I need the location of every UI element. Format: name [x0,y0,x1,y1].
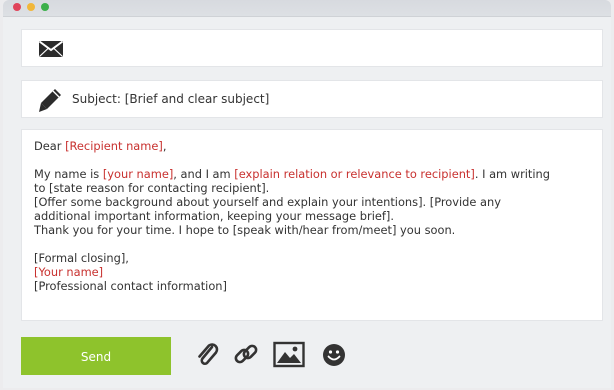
thanks-line: Thank you for your time. I hope to [spea… [34,223,456,237]
message-body[interactable]: Dear [Recipient name], My name is [your … [21,129,603,321]
subject-text: Subject: [Brief and clear subject] [72,92,270,106]
relation-placeholder: [explain relation or relevance to recipi… [234,167,475,181]
to-field[interactable] [21,29,603,67]
maximize-window-button[interactable] [41,3,49,11]
pencil-icon [36,86,64,114]
send-button[interactable]: Send [21,337,171,375]
emoji-icon[interactable] [317,338,351,372]
intro-line: My name is [your name], and I am [explai… [34,167,551,181]
background-line: [Offer some background about yourself an… [34,195,501,209]
image-icon[interactable] [271,338,307,372]
subject-field[interactable]: Subject: [Brief and clear subject] [21,80,603,118]
link-icon[interactable] [229,338,263,372]
reason-line: to [state reason for contacting recipien… [34,181,270,195]
email-compose-window: Subject: [Brief and clear subject] Dear … [3,0,611,388]
greeting-line: Dear [Recipient name], [34,139,167,153]
envelope-icon [36,38,66,60]
signature-name: [Your name] [34,265,104,279]
closing-line: [Formal closing], [34,251,129,265]
contact-info-line: [Professional contact information] [34,279,227,293]
minimize-window-button[interactable] [27,3,35,11]
recipient-placeholder: [Recipient name] [65,139,163,153]
paperclip-icon[interactable] [191,338,225,372]
title-bar [3,0,611,17]
close-window-button[interactable] [13,3,21,11]
additional-info-line: additional important information, keepin… [34,209,394,223]
your-name-placeholder: [your name] [102,167,174,181]
message-body-text: Dear [Recipient name], My name is [your … [34,139,599,293]
